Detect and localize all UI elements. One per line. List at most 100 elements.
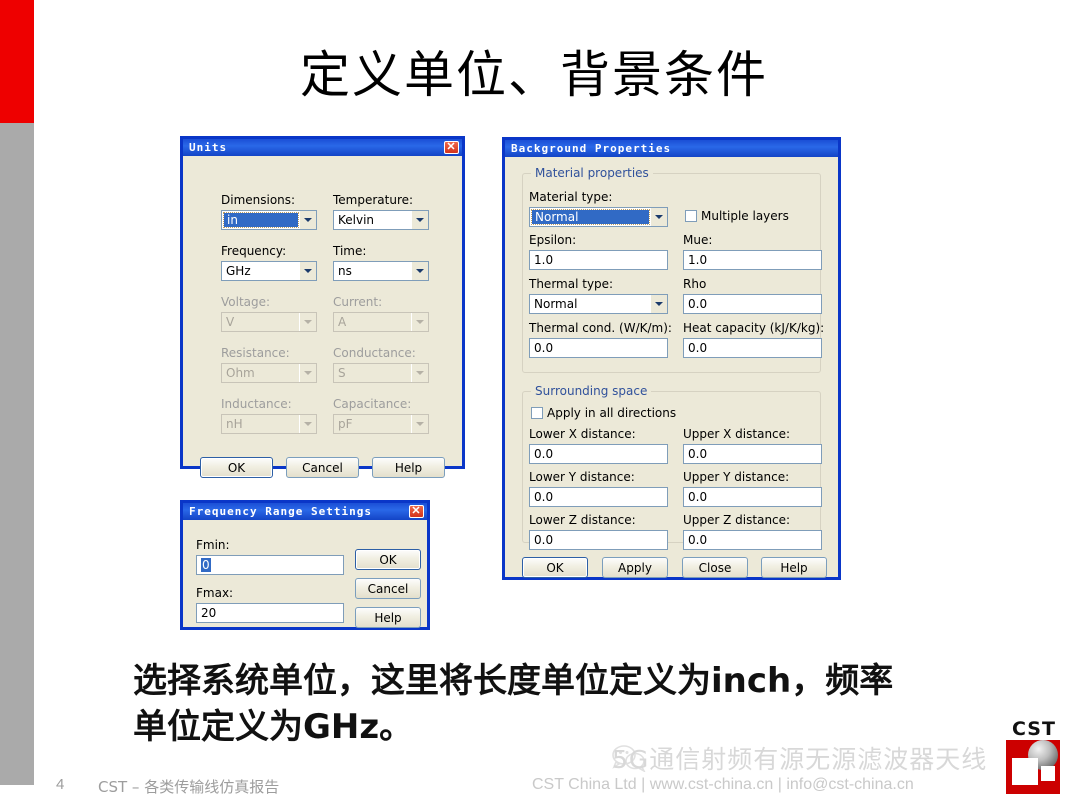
thermal-type-value: Normal: [534, 297, 578, 311]
lower-z-input[interactable]: 0.0: [529, 530, 668, 550]
surrounding-space-group-title: Surrounding space: [531, 384, 652, 398]
thermal-cond-input[interactable]: 0.0: [529, 338, 668, 358]
lower-y-input[interactable]: 0.0: [529, 487, 668, 507]
background-help-button[interactable]: Help: [761, 557, 827, 578]
multiple-layers-label: Multiple layers: [701, 209, 789, 223]
upper-y-input[interactable]: 0.0: [683, 487, 822, 507]
upper-z-input[interactable]: 0.0: [683, 530, 822, 550]
upper-y-label: Upper Y distance:: [683, 470, 790, 484]
conductance-value: S: [338, 366, 346, 380]
checkbox-icon[interactable]: [685, 210, 697, 222]
frequency-dialog-title-text: Frequency Range Settings: [189, 505, 372, 518]
left-accent-bar-gray: [0, 123, 34, 785]
chevron-down-icon: [411, 364, 428, 382]
time-select[interactable]: ns: [333, 261, 429, 281]
units-dialog-titlebar[interactable]: Units ✕: [183, 139, 462, 156]
frequency-cancel-button[interactable]: Cancel: [355, 578, 421, 599]
frequency-label: Frequency:: [221, 244, 287, 258]
background-close-button[interactable]: Close: [682, 557, 748, 578]
resistance-select: Ohm: [221, 363, 317, 383]
heat-capacity-input[interactable]: 0.0: [683, 338, 822, 358]
mue-label: Mue:: [683, 233, 713, 247]
time-label: Time:: [333, 244, 367, 258]
fmin-label: Fmin:: [196, 538, 230, 552]
background-dialog-titlebar[interactable]: Background Properties: [505, 140, 838, 157]
thermal-type-label: Thermal type:: [529, 277, 614, 291]
multiple-layers-checkbox[interactable]: Multiple layers: [685, 209, 789, 223]
voltage-value: V: [226, 315, 235, 329]
upper-x-input[interactable]: 0.0: [683, 444, 822, 464]
upper-x-label: Upper X distance:: [683, 427, 791, 441]
close-icon[interactable]: ✕: [409, 505, 424, 518]
resistance-value: Ohm: [226, 366, 255, 380]
inductance-value: nH: [226, 417, 243, 431]
thermal-type-select[interactable]: Normal: [529, 294, 668, 314]
background-ok-button[interactable]: OK: [522, 557, 588, 578]
chevron-down-icon: [299, 364, 316, 382]
slide-body-line-1: 选择系统单位，这里将长度单位定义为inch，频率: [133, 661, 894, 701]
fmin-input[interactable]: 0: [196, 555, 344, 575]
chevron-down-icon: [411, 415, 428, 433]
cst-logo-white-block-1: [1012, 758, 1038, 785]
frequency-dialog-titlebar[interactable]: Frequency Range Settings ✕: [183, 503, 427, 520]
chevron-down-icon: [299, 313, 316, 331]
material-type-select[interactable]: Normal: [529, 207, 668, 227]
resistance-label: Resistance:: [221, 346, 290, 360]
cst-logo-text: CST: [1012, 718, 1056, 740]
mue-input[interactable]: 1.0: [683, 250, 822, 270]
background-dialog-title-text: Background Properties: [511, 142, 672, 155]
material-type-label: Material type:: [529, 190, 613, 204]
apply-all-directions-checkbox[interactable]: Apply in all directions: [531, 406, 676, 420]
lower-y-label: Lower Y distance:: [529, 470, 635, 484]
frequency-ok-button[interactable]: OK: [355, 549, 421, 570]
page-title: 定义单位、背景条件: [300, 46, 768, 104]
frequency-range-settings-dialog[interactable]: Frequency Range Settings ✕ Fmin: 0 Fmax:…: [180, 500, 430, 630]
fmax-input[interactable]: 20: [196, 603, 344, 623]
units-help-button[interactable]: Help: [372, 457, 445, 478]
close-icon[interactable]: ✕: [444, 141, 459, 154]
chevron-down-icon: [411, 313, 428, 331]
background-properties-dialog[interactable]: Background Properties Material propertie…: [502, 137, 841, 580]
footer-right-text: CST China Ltd | www.cst-china.cn | info@…: [532, 776, 914, 793]
temperature-select[interactable]: Kelvin: [333, 210, 429, 230]
units-dialog-title-text: Units: [189, 141, 228, 154]
page-number: 4: [56, 776, 65, 793]
voltage-select: V: [221, 312, 317, 332]
chevron-down-icon[interactable]: [411, 211, 428, 229]
rho-input[interactable]: 0.0: [683, 294, 822, 314]
fmax-label: Fmax:: [196, 586, 234, 600]
conductance-label: Conductance:: [333, 346, 416, 360]
chevron-down-icon[interactable]: [299, 211, 316, 229]
units-ok-button[interactable]: OK: [200, 457, 273, 478]
upper-z-label: Upper Z distance:: [683, 513, 791, 527]
capacitance-value: pF: [338, 417, 353, 431]
checkbox-icon[interactable]: [531, 407, 543, 419]
chevron-down-icon[interactable]: [299, 262, 316, 280]
chevron-down-icon[interactable]: [650, 295, 667, 313]
units-dialog[interactable]: Units ✕ Dimensions: in Temperature: Kelv…: [180, 136, 465, 478]
temperature-value: Kelvin: [338, 213, 375, 227]
chevron-down-icon[interactable]: [411, 262, 428, 280]
material-type-value: Normal: [531, 209, 650, 225]
chevron-down-icon[interactable]: [650, 208, 667, 226]
footer-left-text: CST – 各类传输线仿真报告: [98, 778, 280, 796]
frequency-dialog-body: Fmin: 0 Fmax: 20 OK Cancel Help: [183, 520, 427, 628]
frequency-help-button[interactable]: Help: [355, 607, 421, 628]
heat-capacity-label: Heat capacity (kJ/K/kg):: [683, 321, 825, 335]
lower-x-input[interactable]: 0.0: [529, 444, 668, 464]
lower-z-label: Lower Z distance:: [529, 513, 636, 527]
slide-body-text: 选择系统单位，这里将长度单位定义为inch，频率 单位定义为GHz。: [133, 658, 993, 750]
units-cancel-button[interactable]: Cancel: [286, 457, 359, 478]
units-dialog-body: Dimensions: in Temperature: Kelvin Frequ…: [183, 156, 462, 478]
slide-footer: 4 CST – 各类传输线仿真报告 CST China Ltd | www.cs…: [0, 772, 1080, 810]
cst-logo: CST: [997, 718, 1071, 794]
current-value: A: [338, 315, 347, 329]
epsilon-input[interactable]: 1.0: [529, 250, 668, 270]
background-apply-button[interactable]: Apply: [602, 557, 668, 578]
conductance-select: S: [333, 363, 429, 383]
capacitance-select: pF: [333, 414, 429, 434]
voltage-label: Voltage:: [221, 295, 271, 309]
frequency-select[interactable]: GHz: [221, 261, 317, 281]
cst-logo-white-block-2: [1041, 766, 1055, 781]
dimensions-select[interactable]: in: [221, 210, 317, 230]
